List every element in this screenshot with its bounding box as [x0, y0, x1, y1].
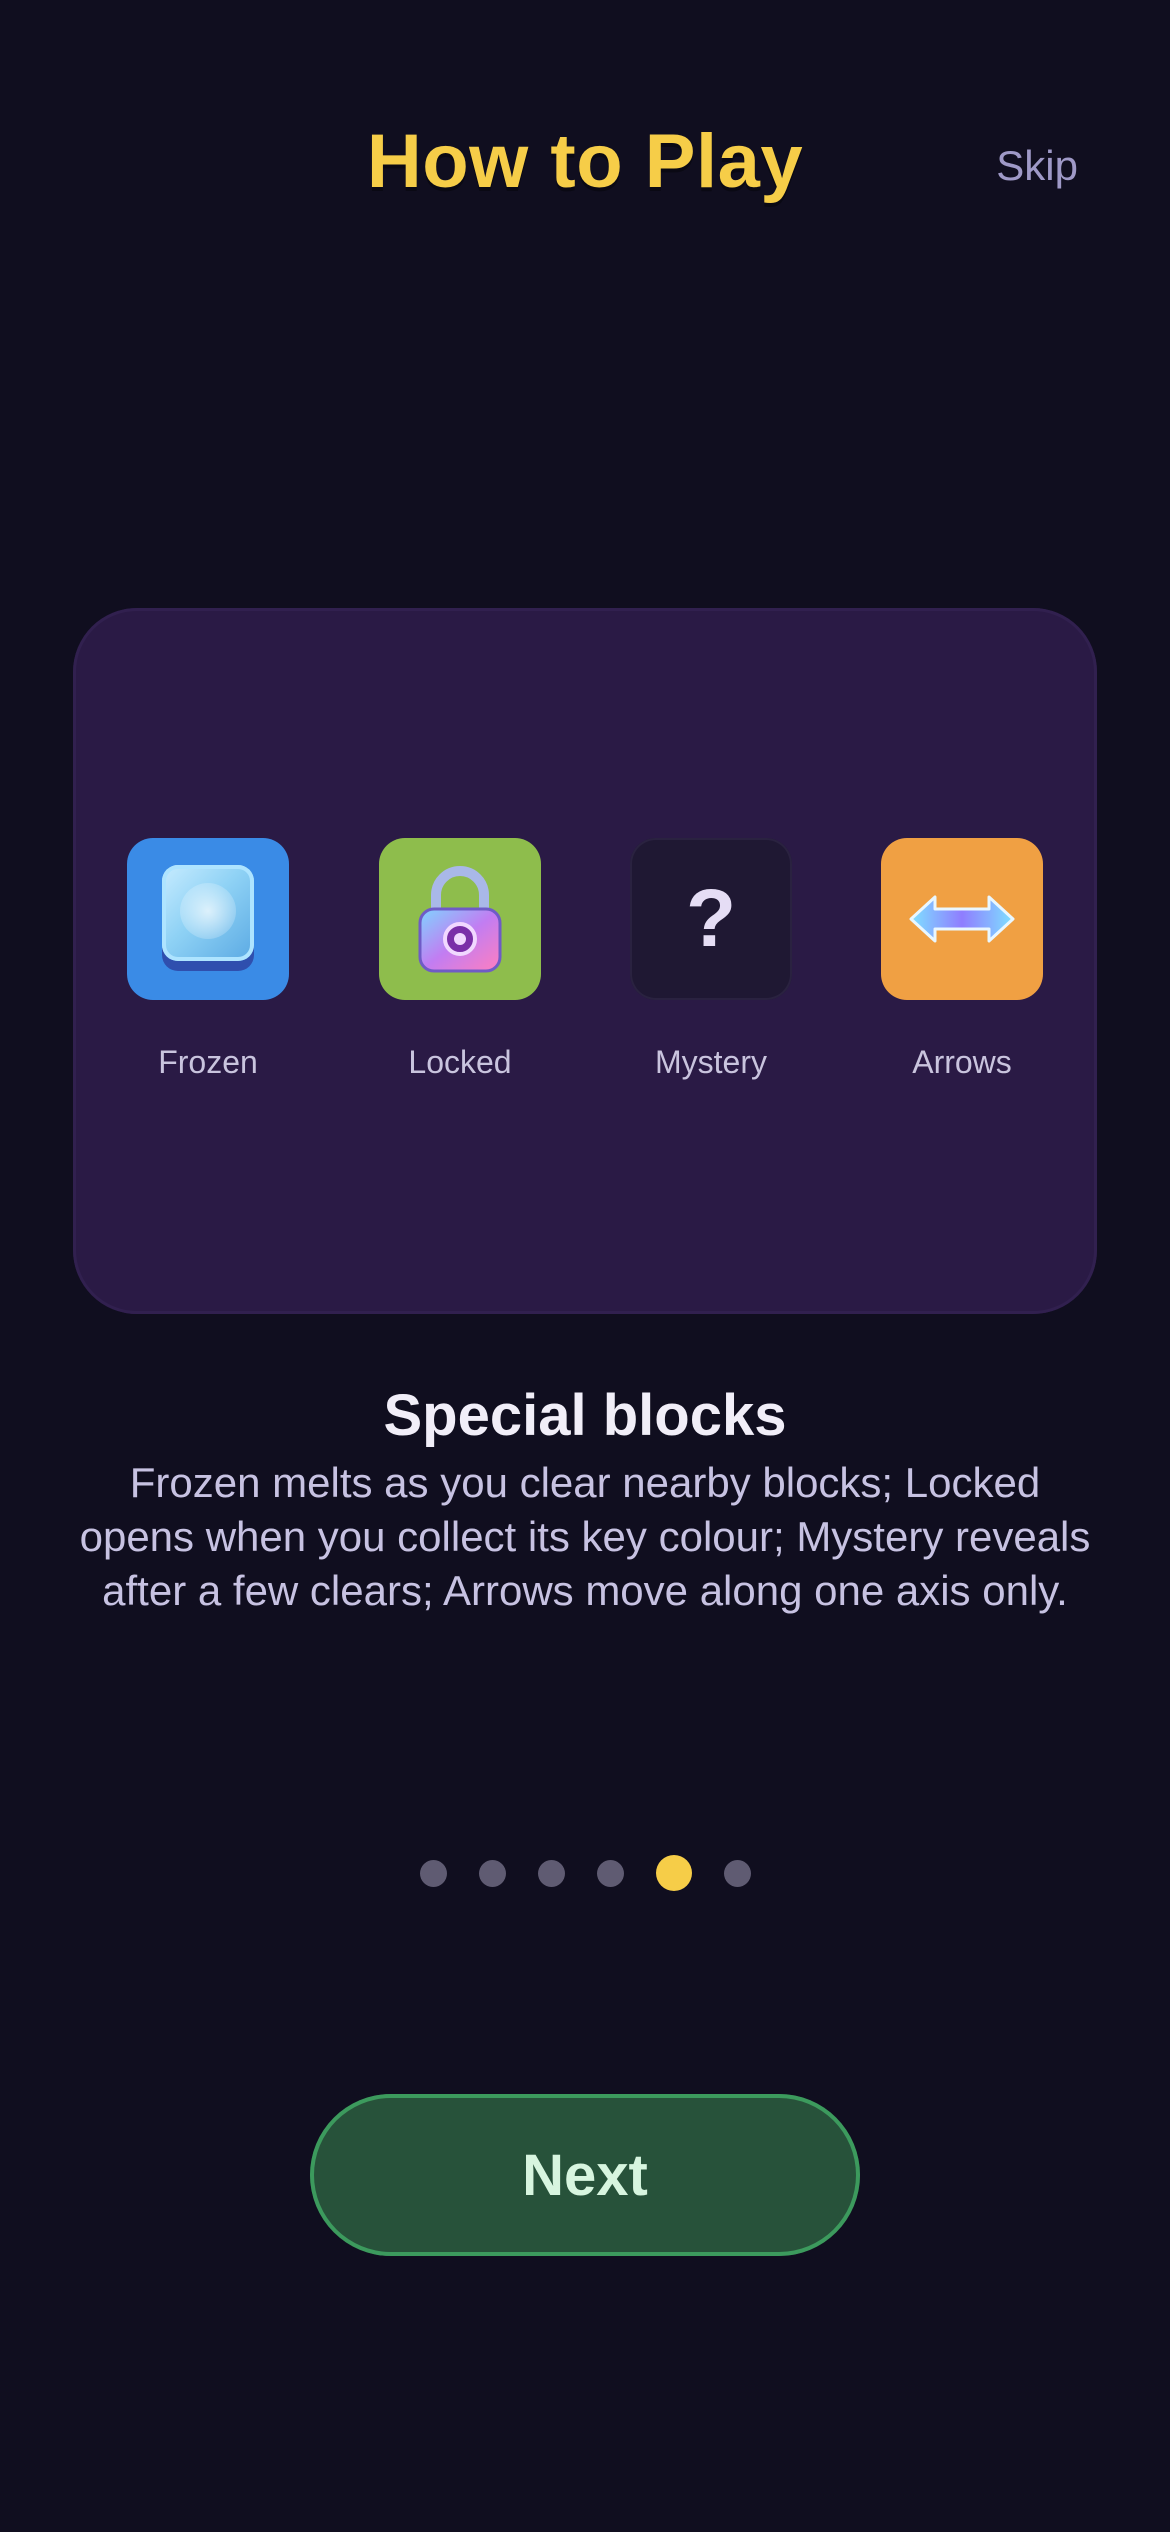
block-frozen: Frozen [126, 838, 290, 1081]
block-mystery: ? Mystery [629, 838, 793, 1081]
block-label: Locked [408, 1044, 512, 1080]
blocks-row: Frozen Locked ? Mystery Arrows [73, 838, 1097, 1098]
locked-tile [379, 838, 541, 1000]
ice-block-icon [162, 865, 254, 961]
block-label: Frozen [158, 1044, 258, 1080]
next-button-label: Next [522, 2142, 648, 2208]
next-button[interactable]: Next [310, 2094, 860, 2256]
page-dot-3[interactable] [537, 1859, 565, 1887]
block-locked: Locked [378, 838, 542, 1081]
page-dot-1[interactable] [419, 1859, 447, 1887]
page-dot-6[interactable] [723, 1859, 751, 1887]
block-label: Arrows [912, 1044, 1012, 1080]
page-indicator [0, 1855, 1170, 1891]
arrows-tile [881, 838, 1043, 1000]
mystery-tile: ? [630, 838, 792, 1000]
skip-button[interactable]: Skip [996, 142, 1078, 190]
block-arrows: Arrows [880, 838, 1044, 1081]
special-blocks-card: Frozen Locked ? Mystery Arrows [73, 608, 1097, 1314]
padlock-icon [418, 866, 502, 973]
frozen-tile [127, 838, 289, 1000]
page-dot-2[interactable] [478, 1859, 506, 1887]
page-dot-5-active[interactable] [655, 1855, 692, 1891]
page-title: How to Play [366, 119, 804, 204]
header: How to Play Skip [0, 0, 1170, 340]
double-arrow-icon [909, 895, 1015, 943]
page-dot-4[interactable] [596, 1859, 624, 1887]
block-label: Mystery [655, 1044, 767, 1080]
section-description: Frozen melts as you clear nearby blocks;… [79, 1459, 1091, 1614]
section-title: Special blocks [383, 1383, 787, 1448]
question-mark-icon: ? [685, 873, 737, 964]
